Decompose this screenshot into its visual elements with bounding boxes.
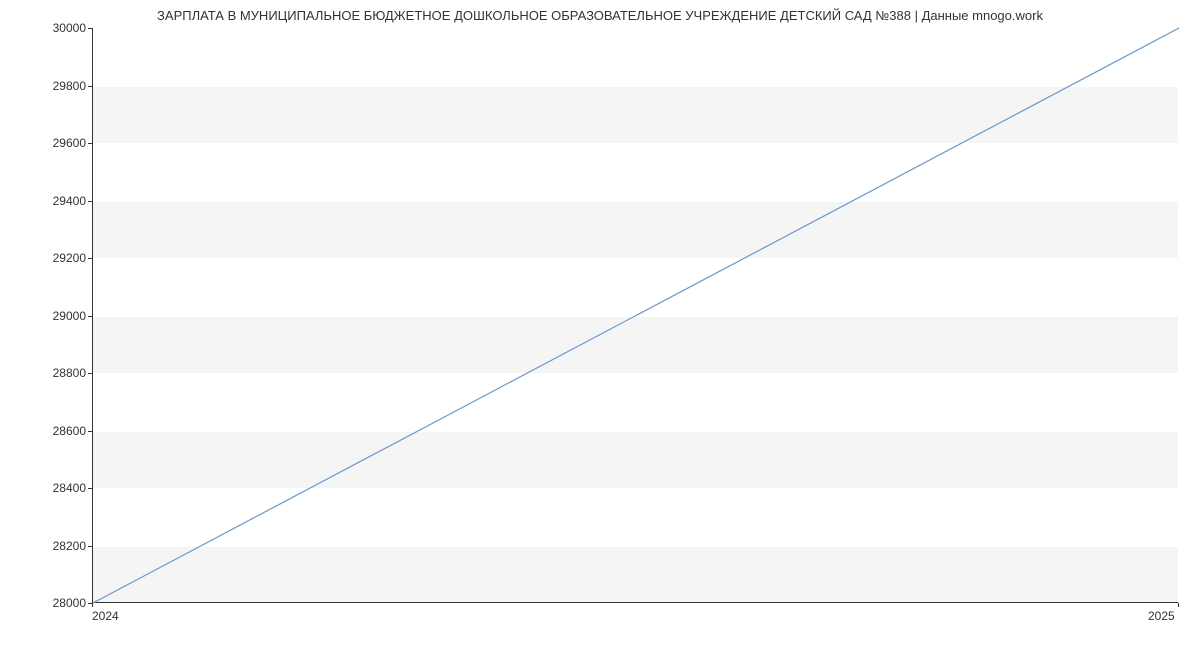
- x-tick-label: 2025: [1148, 609, 1175, 623]
- y-tick-mark: [88, 143, 92, 144]
- y-tick-mark: [88, 316, 92, 317]
- y-tick-label: 29400: [6, 194, 86, 208]
- chart-container: ЗАРПЛАТА В МУНИЦИПАЛЬНОЕ БЮДЖЕТНОЕ ДОШКО…: [0, 0, 1200, 650]
- gridline: [93, 603, 1178, 604]
- x-tick-mark: [92, 603, 93, 607]
- y-tick-mark: [88, 431, 92, 432]
- y-tick-mark: [88, 86, 92, 87]
- x-tick-label: 2024: [92, 609, 119, 623]
- x-tick-mark: [1178, 603, 1179, 607]
- y-tick-label: 29000: [6, 309, 86, 323]
- y-tick-label: 28000: [6, 596, 86, 610]
- y-tick-mark: [88, 373, 92, 374]
- y-tick-label: 30000: [6, 21, 86, 35]
- y-tick-label: 28800: [6, 366, 86, 380]
- y-tick-mark: [88, 201, 92, 202]
- y-tick-label: 29200: [6, 251, 86, 265]
- y-tick-label: 29800: [6, 79, 86, 93]
- y-tick-mark: [88, 546, 92, 547]
- y-tick-label: 28600: [6, 424, 86, 438]
- y-tick-label: 28400: [6, 481, 86, 495]
- y-tick-label: 28200: [6, 539, 86, 553]
- chart-title: ЗАРПЛАТА В МУНИЦИПАЛЬНОЕ БЮДЖЕТНОЕ ДОШКО…: [0, 8, 1200, 23]
- y-tick-mark: [88, 488, 92, 489]
- y-tick-mark: [88, 28, 92, 29]
- plot-area: [92, 28, 1178, 603]
- chart-line-svg: [93, 28, 1178, 602]
- y-tick-mark: [88, 258, 92, 259]
- y-tick-label: 29600: [6, 136, 86, 150]
- data-line: [93, 28, 1179, 603]
